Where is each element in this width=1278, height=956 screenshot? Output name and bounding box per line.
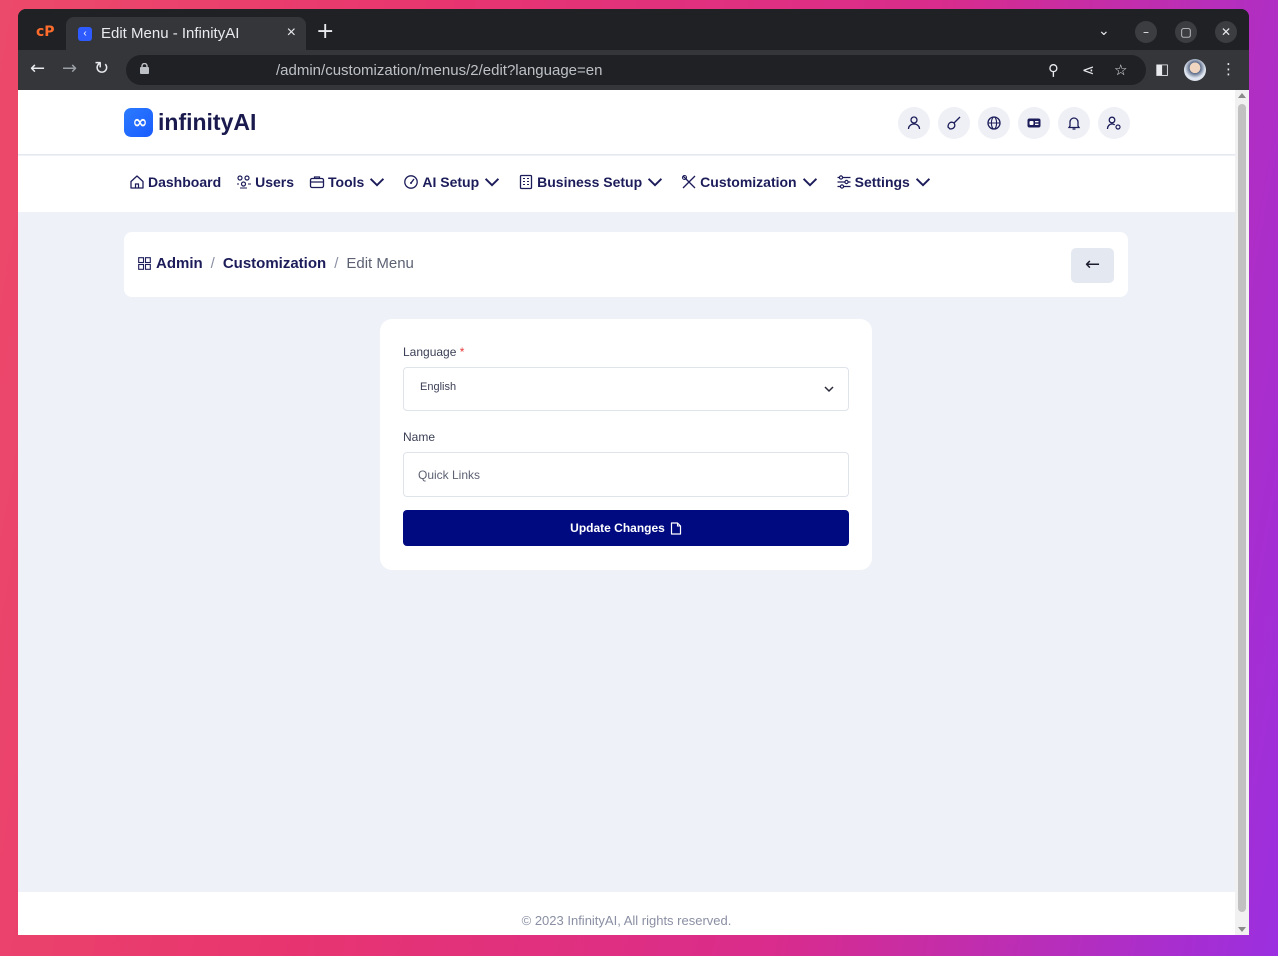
nav-settings-label: Settings [854,174,910,190]
profile-avatar[interactable] [1184,59,1206,81]
edit-menu-form: Language * English Name Update Changes [380,319,872,570]
tools-icon [682,174,696,189]
close-window-button[interactable]: ✕ [1215,21,1237,43]
nav-tools-label: Tools [328,174,365,190]
minimize-button[interactable]: – [1135,21,1157,43]
url-text: /admin/customization/menus/2/edit?langua… [276,62,603,79]
tab-title: Edit Menu - InfinityAI [101,25,240,42]
required-mark: * [459,345,465,359]
tab-close-icon[interactable]: × [287,24,296,42]
update-changes-button[interactable]: Update Changes [403,510,849,546]
back-arrow-button[interactable]: ← [1071,248,1114,283]
nav-settings[interactable]: Settings [836,174,934,190]
user-icon[interactable] [898,107,930,139]
sliders-icon [837,175,851,189]
bookmark-star-icon[interactable]: ☆ [1114,61,1127,79]
browser-tab[interactable]: ‹ Edit Menu - InfinityAI × [66,17,306,50]
chevron-down-icon [485,178,500,187]
broom-icon[interactable] [938,107,970,139]
nav-users-label: Users [255,174,295,190]
tab-search-chevron-icon[interactable]: ⌄ [1098,23,1110,39]
chevron-down-icon [370,178,385,187]
new-tab-button[interactable]: + [316,21,334,43]
breadcrumb-customization[interactable]: Customization [223,255,326,272]
lock-icon [140,63,149,74]
reload-icon[interactable]: ↻ [94,59,109,79]
nav-customization-label: Customization [700,174,797,190]
breadcrumb-separator: / [210,255,215,272]
page-footer: © 2023 InfinityAI, All rights reserved. [18,892,1235,935]
nav-dashboard[interactable]: Dashboard [129,174,221,190]
scroll-down-arrow-icon[interactable] [1238,927,1246,932]
maximize-button[interactable]: ▢ [1175,21,1197,43]
scroll-up-arrow-icon[interactable] [1238,93,1246,98]
language-label-text: Language [403,345,457,359]
chevron-down-icon [824,386,834,393]
dashboard-grid-icon [138,257,151,270]
menu-kebab-icon[interactable]: ⋮ [1221,60,1236,78]
breadcrumb-card: Admin / Customization / Edit Menu ← [124,232,1128,297]
logo-text: infinityAI [158,109,257,135]
home-icon [130,175,144,189]
id-card-icon[interactable] [1018,107,1050,139]
breadcrumb-separator: / [334,255,339,272]
vertical-scrollbar[interactable] [1235,90,1249,935]
language-label: Language * [403,345,464,359]
logo-mark-icon: ∞ [124,108,153,137]
user-gear-icon[interactable] [1098,107,1130,139]
nav-business-setup-label: Business Setup [537,174,643,190]
back-icon[interactable]: ← [30,59,45,79]
briefcase-icon [309,176,325,189]
page-viewport: ∞ infinityAI Dashboard Users Tools AI Se… [18,90,1235,935]
nav-tools[interactable]: Tools [309,174,388,190]
document-icon [670,521,681,535]
share-icon[interactable]: ⋖ [1082,61,1095,79]
copyright-text: © 2023 InfinityAI, All rights reserved. [521,913,732,928]
logo[interactable]: ∞ infinityAI [124,108,256,137]
browser-window: cP ‹ Edit Menu - InfinityAI × + ⌄ – ▢ ✕ … [18,9,1249,935]
chevron-down-icon [802,178,817,187]
language-select[interactable]: English [403,367,849,411]
nav-business-setup[interactable]: Business Setup [518,174,666,190]
nav-customization[interactable]: Customization [681,174,820,190]
cpanel-icon[interactable]: cP [36,25,55,39]
update-changes-label: Update Changes [570,521,665,535]
users-icon [237,175,252,189]
nav-users[interactable]: Users [236,174,294,190]
scroll-thumb[interactable] [1238,104,1246,912]
gauge-icon [404,175,419,189]
globe-icon[interactable] [978,107,1010,139]
nav-dashboard-label: Dashboard [148,174,222,190]
chevron-down-icon [915,178,930,187]
header-actions [898,107,1130,139]
tab-strip: cP ‹ Edit Menu - InfinityAI × + ⌄ – ▢ ✕ [18,9,1249,50]
language-select-value: English [420,381,457,393]
main-navigation: Dashboard Users Tools AI Setup Business … [18,156,1235,212]
browser-toolbar: ← → ↻ /admin/customization/menus/2/edit?… [18,50,1249,90]
bell-icon[interactable] [1058,107,1090,139]
address-bar[interactable]: /admin/customization/menus/2/edit?langua… [126,55,1146,85]
breadcrumb-admin[interactable]: Admin [156,255,203,272]
breadcrumb: Admin / Customization / Edit Menu [138,255,414,272]
breadcrumb-current: Edit Menu [346,255,414,272]
favicon-icon: ‹ [78,27,92,41]
nav-ai-setup[interactable]: AI Setup [403,174,503,190]
forward-icon[interactable]: → [62,59,77,79]
site-header: ∞ infinityAI [18,90,1235,155]
side-panel-icon[interactable]: ◧ [1155,60,1169,78]
building-icon [519,174,533,190]
name-label: Name [403,430,436,444]
name-input[interactable] [403,452,849,497]
nav-ai-setup-label: AI Setup [422,174,480,190]
zoom-icon[interactable]: ⚲ [1048,61,1059,79]
chevron-down-icon [648,178,663,187]
